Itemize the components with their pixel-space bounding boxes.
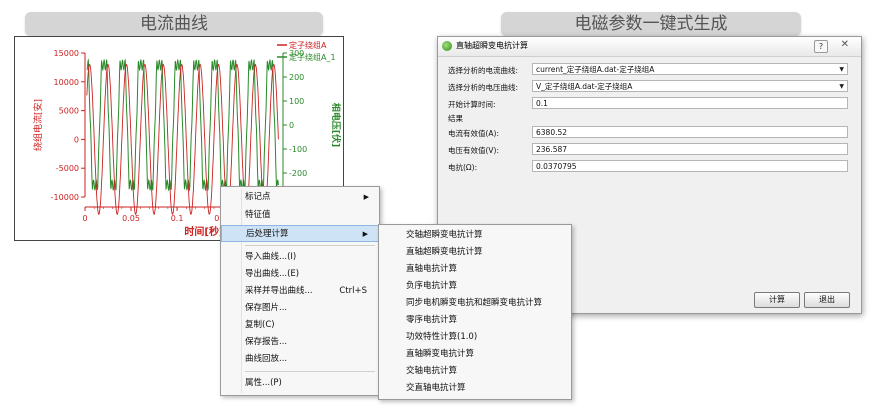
app-icon	[442, 41, 452, 51]
menu-item-copy[interactable]: 复制(C)	[221, 317, 379, 334]
menu-item-properties[interactable]: 属性...(P)	[221, 375, 379, 392]
current-rms-label: 电流有效值(A):	[448, 129, 500, 138]
menu-item-label: 特征值	[245, 210, 271, 220]
section-title-one-click-params: 电磁参数一键式生成	[501, 12, 801, 36]
submenu-item-dq-axis-reactance[interactable]: 交直轴电抗计算	[379, 380, 571, 397]
menu-item-label: 保存图片...	[245, 303, 288, 313]
menu-item-label: 标记点	[245, 192, 271, 202]
submenu-item-zero-sequence[interactable]: 零序电抗计算	[379, 312, 571, 329]
y-left-tick-label: 0	[74, 135, 79, 144]
menu-item-export-curve[interactable]: 导出曲线...(E)	[221, 266, 379, 283]
menu-item-post-processing[interactable]: 后处理计算 ▶	[221, 225, 379, 242]
voltage-rms-label: 电压有效值(V):	[448, 146, 500, 155]
menu-item-save-image[interactable]: 保存图片...	[221, 300, 379, 317]
menu-item-sample-export[interactable]: 采样并导出曲线... Ctrl+S	[221, 283, 379, 300]
menu-separator	[245, 245, 375, 246]
menu-item-shortcut: Ctrl+S	[339, 286, 367, 296]
close-icon[interactable]: ✕	[841, 39, 849, 50]
current-curve-value: current_定子绕组A.dat-定子绕组A	[536, 65, 655, 74]
y-left-tick-label: 15000	[54, 49, 79, 58]
x-tick-label: 0.1	[171, 214, 184, 223]
x-tick-label: 0	[82, 214, 87, 223]
menu-item-label: 复制(C)	[245, 320, 275, 330]
chevron-down-icon: ▼	[839, 66, 844, 73]
exit-button[interactable]: 退出	[804, 292, 850, 308]
legend-label-series-2: 定子绕组A_1	[289, 52, 336, 62]
current-curve-label: 选择分析的电流曲线:	[448, 66, 519, 75]
submenu-item-power-characteristic[interactable]: 功效特性计算(1.0)	[379, 329, 571, 346]
reactance-field[interactable]: 0.0370795	[532, 160, 848, 172]
help-button[interactable]: ?	[814, 40, 828, 53]
menu-item-curve-playback[interactable]: 曲线回放...	[221, 351, 379, 368]
submenu-item-d-axis-transient[interactable]: 直轴瞬变电抗计算	[379, 346, 571, 363]
chart-context-menu: 标记点 ▶ 特征值 后处理计算 ▶ 导入曲线...(I) 导出曲线...(E) …	[220, 186, 380, 396]
x-tick-label: 0.05	[122, 214, 140, 223]
menu-item-label: 属性...(P)	[245, 378, 282, 388]
menu-item-label: 保存报告...	[245, 337, 288, 347]
menu-item-label: 导入曲线...(I)	[245, 252, 297, 262]
legend-label-series-1: 定子绕组A	[289, 40, 327, 50]
voltage-curve-value: V_定子绕组A.dat-定子绕组A	[536, 82, 633, 91]
submenu-item-q-axis-reactance[interactable]: 交轴电抗计算	[379, 363, 571, 380]
y-left-tick-label: 5000	[59, 107, 79, 116]
reactance-label: 电抗(Ω):	[448, 163, 478, 172]
y-left-tick-label: 10000	[54, 78, 79, 87]
y-right-axis-label: 相电压[伏]	[330, 103, 342, 147]
y-left-axis-label: 绕组电流[安]	[32, 99, 44, 151]
menu-item-save-report[interactable]: 保存报告...	[221, 334, 379, 351]
menu-item-label: 采样并导出曲线...	[245, 286, 313, 296]
submenu-item-d-axis-subtransient[interactable]: 直轴超瞬变电抗计算	[379, 244, 571, 261]
y-right-tick-label: 200	[289, 73, 304, 82]
menu-item-label: 后处理计算	[246, 229, 289, 239]
y-right-tick-label: 100	[289, 97, 304, 106]
submenu-item-negative-sequence[interactable]: 负序电抗计算	[379, 278, 571, 295]
results-label: 结果	[448, 114, 463, 123]
y-left-tick-label: -5000	[56, 164, 79, 173]
menu-item-import-curve[interactable]: 导入曲线...(I)	[221, 249, 379, 266]
menu-item-label: 曲线回放...	[245, 354, 288, 364]
menu-item-features[interactable]: 特征值	[221, 207, 379, 224]
y-right-tick-label: -100	[289, 145, 307, 154]
voltage-curve-label: 选择分析的电压曲线:	[448, 83, 519, 92]
current-curve-select[interactable]: current_定子绕组A.dat-定子绕组A ▼	[532, 63, 848, 75]
chevron-right-icon: ▶	[362, 230, 368, 238]
dialog-titlebar[interactable]: 直轴超瞬变电抗计算 ? ✕	[438, 37, 861, 57]
voltage-curve-select[interactable]: V_定子绕组A.dat-定子绕组A ▼	[532, 80, 848, 92]
start-time-input[interactable]: 0.1	[532, 97, 848, 109]
menu-item-label: 导出曲线...(E)	[245, 269, 300, 279]
section-title-current-curve: 电流曲线	[25, 12, 323, 36]
y-right-tick-label: 0	[289, 121, 294, 130]
submenu-item-q-axis-subtransient[interactable]: 交轴超瞬变电抗计算	[379, 227, 571, 244]
submenu-item-sync-transient[interactable]: 同步电机瞬变电抗和超瞬变电抗计算	[379, 295, 571, 312]
menu-separator	[245, 371, 375, 372]
current-rms-field[interactable]: 6380.52	[532, 126, 848, 138]
start-time-label: 开始计算时间:	[448, 100, 496, 109]
y-right-tick-label: -200	[289, 169, 307, 178]
dialog-title: 直轴超瞬变电抗计算	[456, 41, 528, 50]
voltage-rms-field[interactable]: 236.587	[532, 143, 848, 155]
submenu-item-d-axis-reactance[interactable]: 直轴电抗计算	[379, 261, 571, 278]
x-axis-label: 时间[秒]	[184, 225, 223, 238]
post-processing-submenu: 交轴超瞬变电抗计算 直轴超瞬变电抗计算 直轴电抗计算 负序电抗计算 同步电机瞬变…	[378, 224, 572, 400]
chevron-right-icon: ▶	[363, 193, 369, 201]
compute-button[interactable]: 计算	[754, 292, 800, 308]
y-left-tick-label: -10000	[51, 193, 79, 202]
menu-item-markers[interactable]: 标记点 ▶	[221, 189, 379, 206]
chevron-down-icon: ▼	[839, 83, 844, 90]
